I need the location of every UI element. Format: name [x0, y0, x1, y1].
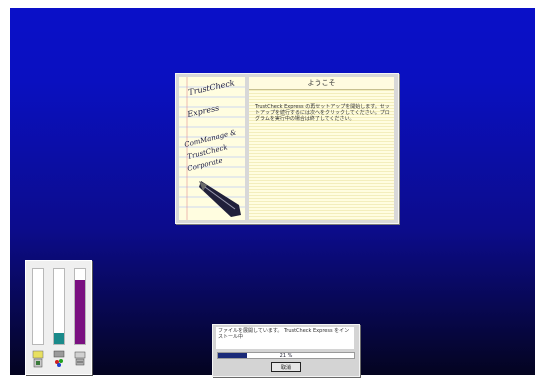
- meter-level-user: [54, 332, 64, 344]
- meter-level-gdi: [75, 280, 85, 344]
- welcome-dialog: TrustCheck Express ComManage & TrustChec…: [175, 73, 399, 224]
- folder-icon[interactable]: [32, 349, 44, 369]
- meter-column-gdi: [74, 268, 86, 345]
- meter-column-system: [32, 268, 44, 345]
- welcome-title: ようこそ: [307, 79, 336, 87]
- progress-bar: 21 %: [217, 352, 355, 359]
- welcome-body: TrustCheck Express の再セットアップを開始します。セットアップ…: [255, 104, 390, 122]
- progress-message: ファイルを展開しています。 TrustCheck Express をインストール…: [216, 327, 354, 349]
- progress-percent: 21 %: [279, 353, 293, 359]
- pen-icon: [199, 181, 241, 217]
- meter-column-user: [53, 268, 65, 345]
- printer-icon[interactable]: [74, 349, 86, 369]
- welcome-content: TrustCheck Express の再セットアップを開始します。セットアップ…: [249, 90, 394, 220]
- welcome-artwork: TrustCheck Express ComManage & TrustChec…: [179, 77, 245, 220]
- art-line-3: ComManage &: [184, 128, 238, 149]
- welcome-title-bar: ようこそ: [249, 77, 394, 90]
- palette-icon[interactable]: [53, 349, 65, 369]
- resource-meter: [25, 260, 92, 375]
- progress-dialog: ファイルを展開しています。 TrustCheck Express をインストール…: [212, 324, 360, 377]
- art-line-1: TrustCheck: [188, 78, 236, 97]
- desktop: TrustCheck Express ComManage & TrustChec…: [10, 8, 535, 377]
- cancel-button[interactable]: 取消: [271, 362, 301, 372]
